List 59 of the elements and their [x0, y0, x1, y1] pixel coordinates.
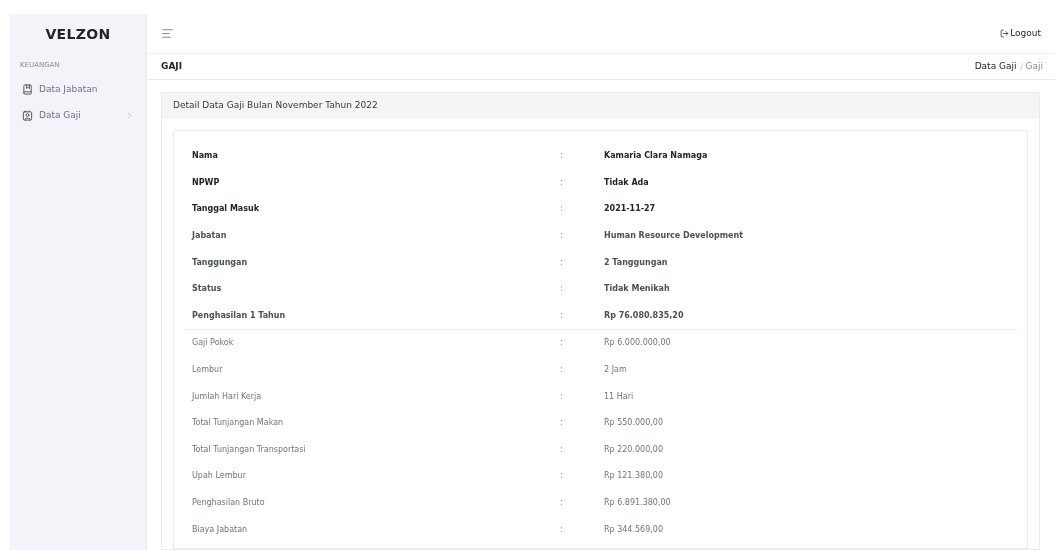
field-label: Total Tunjangan Makan	[191, 417, 285, 430]
separator: :	[560, 256, 564, 269]
field-label: Status	[191, 283, 223, 296]
separator: :	[560, 150, 564, 163]
field-value: Rp 550.000,00	[604, 417, 663, 430]
separator: :	[560, 390, 564, 403]
separator: :	[560, 337, 564, 350]
field-label: Tanggal Masuk	[191, 203, 261, 216]
separator: :	[560, 523, 564, 536]
sidebar-item[interactable]: Data Jabatan	[10, 76, 146, 103]
separator: :	[560, 497, 564, 509]
sidebar-item-label: Data Jabatan	[39, 82, 99, 96]
field-value: Rp 6.891.380,00	[604, 497, 671, 509]
field-value: Human Resource Development	[604, 230, 743, 243]
separator: :	[560, 417, 564, 430]
field-label: Jabatan	[190, 230, 228, 243]
separator: :	[560, 230, 564, 243]
field-label: NPWP	[191, 176, 221, 189]
field-value: 2 Tanggungan	[604, 256, 668, 269]
separator: :	[560, 470, 564, 483]
card-title: Detail Data Gaji Bulan November Tahun 2022	[173, 99, 378, 113]
field-label: Tanggungan	[191, 256, 249, 269]
field-value: Rp 220.000,00	[604, 443, 663, 456]
sidebar-item-label: Data Gaji	[39, 108, 82, 122]
field-label: Total Tunjangan Transportasi	[191, 443, 307, 456]
page-title: GAJI	[161, 59, 183, 73]
field-value: Rp 76.080.835,20	[604, 309, 684, 322]
separator: :	[560, 283, 564, 296]
field-value: Tidak Ada	[604, 176, 649, 189]
logo[interactable]: VELZON	[45, 23, 111, 45]
menu-icon[interactable]	[161, 27, 174, 40]
field-label: Biaya Jabatan	[191, 523, 249, 536]
field-label: Penghasilan 1 Tahun	[191, 309, 287, 322]
book-icon	[22, 84, 33, 95]
breadcrumb-item[interactable]: Data Gaji	[974, 59, 1017, 74]
field-value: Kamaria Clara Namaga	[604, 150, 708, 163]
field-label: Lembur	[191, 364, 224, 377]
separator: :	[560, 309, 564, 322]
breadcrumb-item: Gaji	[1025, 59, 1043, 73]
contact-card-icon	[22, 110, 33, 121]
separator: :	[560, 203, 564, 216]
field-label: Jumlah Hari Kerja	[190, 390, 263, 403]
field-label: Nama	[191, 150, 219, 163]
logout-icon	[1000, 29, 1010, 38]
field-value: Rp 344.569,00	[604, 523, 663, 536]
logout-button[interactable]: Logout	[1000, 26, 1041, 41]
separator: :	[560, 364, 564, 377]
field-value: Rp 6.000.000,00	[604, 337, 671, 350]
separator: :	[560, 176, 564, 189]
field-label: Penghasilan Bruto	[191, 497, 266, 509]
field-value: Tidak Menikah	[604, 283, 670, 296]
separator: :	[560, 443, 564, 456]
sidebar-item[interactable]: Data Gaji	[10, 102, 146, 129]
field-value: 2 Jam	[604, 364, 627, 377]
field-label: Gaji Pokok	[191, 337, 235, 350]
field-value: Rp 121.380,00	[604, 470, 663, 483]
field-value: 11 Hari	[604, 390, 634, 403]
field-value: 2021-11-27	[604, 203, 656, 216]
field-label: Upah Lembur	[191, 470, 247, 483]
